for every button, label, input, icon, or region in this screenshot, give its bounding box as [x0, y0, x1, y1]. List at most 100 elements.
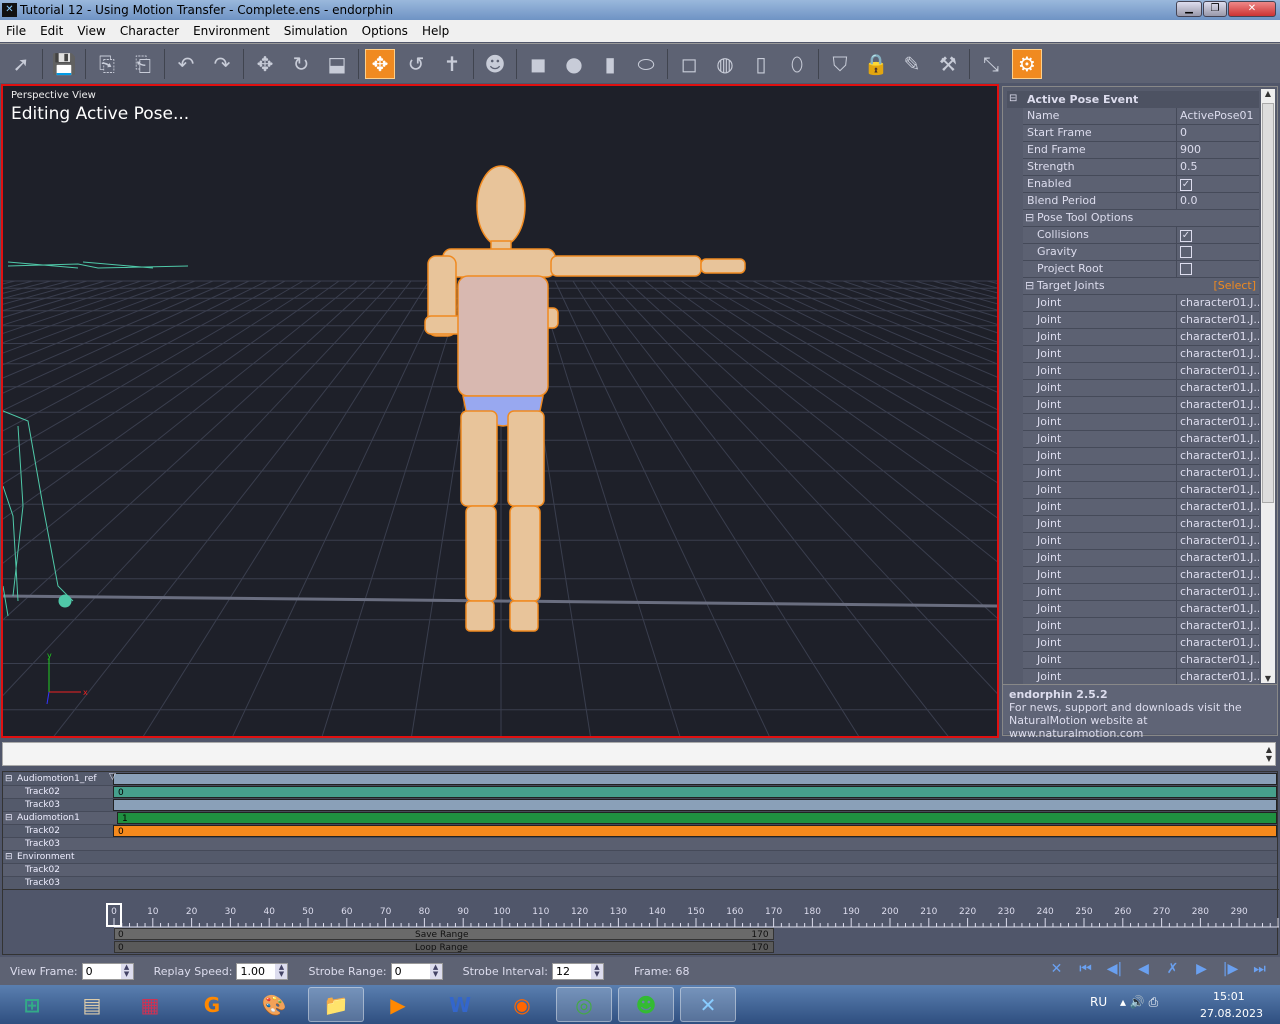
property-value[interactable]: character01.J... [1176, 567, 1259, 583]
step-back-icon[interactable]: ◀| [1100, 961, 1129, 977]
property-value[interactable]: character01.J... [1176, 533, 1259, 549]
status-strip[interactable]: ▲ ▼ [2, 742, 1276, 766]
save-icon[interactable]: 💾 [49, 49, 79, 79]
shield-icon[interactable]: ⛉ [825, 49, 855, 79]
property-blend-period[interactable]: Blend Period 0.0 [1023, 193, 1259, 210]
menu-simulation[interactable]: Simulation [284, 24, 348, 38]
track-row[interactable] [111, 851, 1277, 864]
sphere-wire-icon[interactable]: ◍ [710, 49, 740, 79]
export-icon[interactable]: ⎗ [128, 49, 158, 79]
tray-icons[interactable]: ▴ 🔊 ⎙ [1120, 995, 1158, 1010]
save-range-bar[interactable]: 0 Save Range 170 [114, 928, 774, 940]
scanner-app-icon[interactable]: ▤ [64, 987, 120, 1022]
property-enabled[interactable]: Enabled ✓ [1023, 176, 1259, 193]
step-forward-icon[interactable]: |▶ [1216, 961, 1245, 977]
capsule-icon[interactable]: ⬭ [631, 49, 661, 79]
checkbox-unchecked-icon[interactable] [1180, 246, 1192, 258]
property-gravity[interactable]: Gravity [1023, 244, 1259, 261]
properties-scrollbar[interactable]: ▲ ▼ [1261, 89, 1275, 683]
property-value[interactable]: ✓ [1176, 176, 1259, 192]
track-row[interactable] [111, 838, 1277, 851]
cylinder-wire-icon[interactable]: ▯ [746, 49, 776, 79]
view-frame-input[interactable]: 0 ▲ ▼ [81, 962, 134, 980]
joint-row[interactable]: Joint character01.J... [1023, 635, 1259, 652]
brush-icon[interactable]: ✎ [897, 49, 927, 79]
undo-icon[interactable]: ↶ [171, 49, 201, 79]
rotate-icon[interactable]: ↻ [286, 49, 316, 79]
green-app-icon[interactable]: ☻ [618, 987, 674, 1022]
property-value[interactable]: character01.J... [1176, 295, 1259, 311]
strobe-range-input[interactable]: 0 ▲ ▼ [390, 962, 443, 980]
joint-row[interactable]: Joint character01.J... [1023, 363, 1259, 380]
joint-row[interactable]: Joint character01.J... [1023, 567, 1259, 584]
clock-time[interactable]: 15:01 [1213, 990, 1245, 1003]
import-icon[interactable]: ⎘ [92, 49, 122, 79]
menu-view[interactable]: View [77, 24, 105, 38]
scale-icon[interactable]: ⬓ [322, 49, 352, 79]
checkbox-checked-icon[interactable]: ✓ [1180, 179, 1192, 191]
property-end-frame[interactable]: End Frame 900 [1023, 142, 1259, 159]
checkbox-unchecked-icon[interactable] [1180, 263, 1192, 275]
strip-spin-icon[interactable]: ▲ ▼ [1266, 745, 1272, 763]
g-app-icon[interactable]: G [184, 987, 240, 1022]
property-value[interactable]: character01.J... [1176, 414, 1259, 430]
track-event-bar[interactable] [113, 799, 1277, 811]
track-row[interactable] [111, 864, 1277, 877]
property-value[interactable]: character01.J... [1176, 584, 1259, 600]
loop-icon[interactable]: ✗ [1158, 961, 1187, 977]
joint-row[interactable]: Joint character01.J... [1023, 329, 1259, 346]
replay-speed-input[interactable]: 1.00 ▲ ▼ [236, 962, 289, 980]
pose-rotate-icon[interactable]: ↺ [401, 49, 431, 79]
joint-row[interactable]: Joint character01.J... [1023, 465, 1259, 482]
resize-icon[interactable]: ⤡ [976, 49, 1006, 79]
collapse-icon[interactable]: ⊟ [1025, 210, 1034, 226]
property-value[interactable]: 0.5 [1176, 159, 1259, 175]
track-label[interactable]: Track02 [3, 825, 111, 838]
joint-row[interactable]: Joint character01.J... [1023, 397, 1259, 414]
capsule-wire-icon[interactable]: ⬯ [782, 49, 812, 79]
frame-ruler[interactable]: 0 10 20 30 40 50 60 70 80 90 100 110 120 130 140 150 160… [3, 890, 1279, 930]
clock-date[interactable]: 27.08.2023 [1200, 1007, 1263, 1020]
property-value[interactable]: character01.J... [1176, 448, 1259, 464]
property-strength[interactable]: Strength 0.5 [1023, 159, 1259, 176]
hammer-icon[interactable]: ⚒ [933, 49, 963, 79]
property-value[interactable]: character01.J... [1176, 397, 1259, 413]
play-icon[interactable]: ▶ [1187, 961, 1216, 977]
pose-move-icon[interactable]: ✥ [365, 48, 395, 79]
track-event-bar[interactable]: 1 [117, 812, 1277, 824]
move-icon[interactable]: ✥ [250, 49, 280, 79]
box-wire-icon[interactable]: ◻ [674, 49, 704, 79]
collapse-icon[interactable]: ⊟ [5, 812, 13, 825]
track-label[interactable]: Track03 [3, 799, 111, 812]
minimize-button[interactable]: ▁ [1176, 1, 1202, 17]
menu-edit[interactable]: Edit [40, 24, 63, 38]
menu-help[interactable]: Help [422, 24, 449, 38]
playhead-marker-icon[interactable]: ▽ [109, 772, 116, 782]
collapse-icon[interactable]: ⊟ [1025, 278, 1034, 294]
checkbox-checked-icon[interactable]: ✓ [1180, 230, 1192, 242]
property-value[interactable]: ✓ [1176, 227, 1259, 243]
property-value[interactable]: character01.J... [1176, 618, 1259, 634]
joint-row[interactable]: Joint character01.J... [1023, 550, 1259, 567]
property-value[interactable]: character01.J... [1176, 669, 1259, 685]
character-figure[interactable] [424, 165, 746, 632]
track-label[interactable]: Track02 [3, 864, 111, 877]
joint-row[interactable]: Joint character01.J... [1023, 295, 1259, 312]
section-active-pose-event[interactable]: Active Pose Event [1007, 91, 1259, 108]
strobe-interval-input[interactable]: 12 ▲ ▼ [552, 962, 604, 980]
stop-icon[interactable]: ✕ [1042, 961, 1071, 977]
collapse-icon[interactable]: ⊟ [5, 773, 13, 786]
joint-row[interactable]: Joint character01.J... [1023, 431, 1259, 448]
group-pose-tool-options[interactable]: ⊟ Pose Tool Options [1023, 210, 1259, 227]
property-value[interactable]: character01.J... [1176, 499, 1259, 515]
scroll-up-icon[interactable]: ▲ [1261, 89, 1275, 103]
property-project-root[interactable]: Project Root [1023, 261, 1259, 278]
first-frame-icon[interactable]: ⏮ [1071, 961, 1100, 977]
track-event-bar[interactable]: 0 [113, 786, 1277, 798]
camera-icon[interactable]: ⚙ [1012, 48, 1042, 79]
last-frame-icon[interactable]: ⏭ [1245, 961, 1274, 977]
property-value[interactable]: ActivePose01 [1176, 108, 1259, 124]
joint-row[interactable]: Joint character01.J... [1023, 482, 1259, 499]
track-label[interactable]: Track02 [3, 786, 111, 799]
menu-file[interactable]: File [6, 24, 26, 38]
